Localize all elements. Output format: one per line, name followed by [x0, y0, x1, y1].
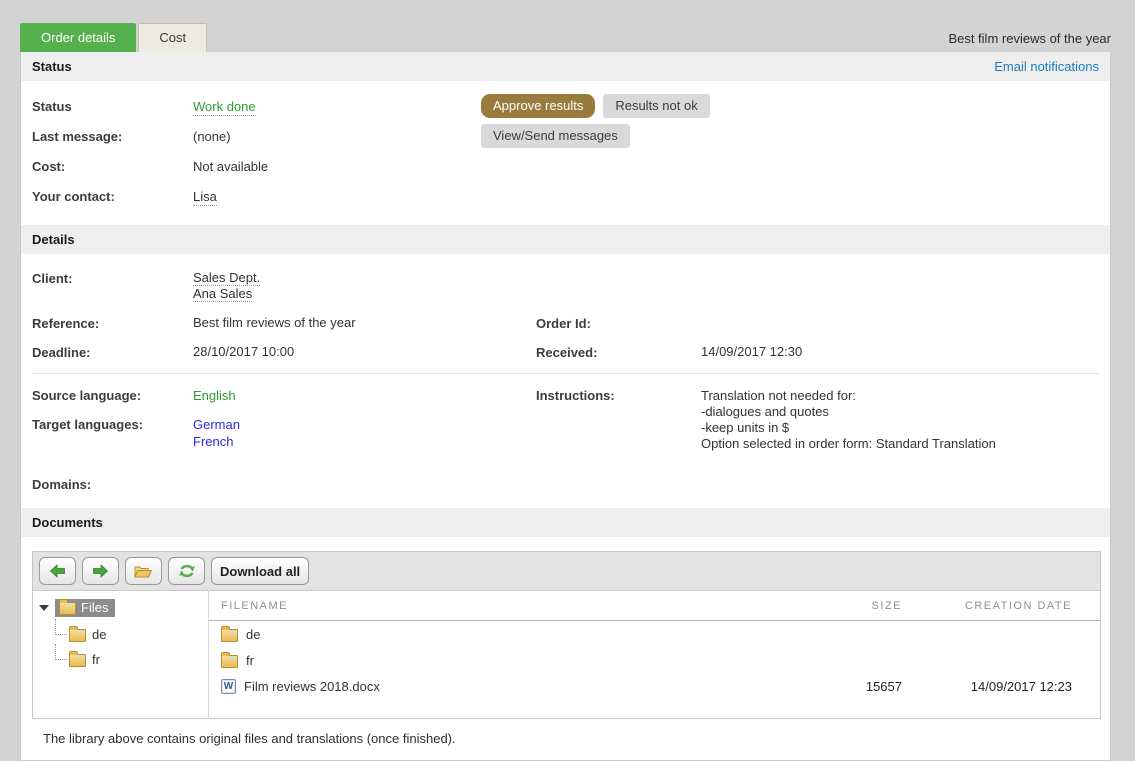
reference-row: Reference: Best film reviews of the year… [32, 315, 1099, 331]
documents-section-title: Documents [32, 515, 103, 530]
tree-child-label: fr [92, 652, 100, 667]
tree-item-files[interactable]: Files [39, 599, 208, 617]
forward-arrow-icon [92, 564, 109, 578]
library-note: The library above contains original file… [32, 719, 1099, 760]
status-value[interactable]: Work done [193, 99, 256, 116]
folder-icon [221, 629, 238, 642]
instructions-line: -keep units in $ [701, 420, 1099, 436]
your-contact-row: Your contact: Lisa [32, 181, 1099, 211]
tab-bar: Order details Cost Best film reviews of … [20, 23, 1111, 52]
column-header-size[interactable]: SIZE [807, 600, 902, 612]
tree-item-de[interactable]: de [69, 627, 208, 642]
open-folder-icon [134, 564, 153, 579]
refresh-button[interactable] [168, 557, 205, 585]
deadline-row: Deadline: 28/10/2017 10:00 Received: 14/… [32, 344, 1099, 360]
file-list-header: FILENAME SIZE CREATION DATE [209, 591, 1100, 621]
folder-icon [69, 654, 86, 667]
deadline-label: Deadline: [32, 344, 193, 360]
tab-cost[interactable]: Cost [138, 23, 207, 52]
back-arrow-icon [49, 564, 66, 578]
domains-label: Domains: [32, 477, 193, 494]
cost-row: Cost: Not available [32, 151, 1099, 181]
folder-icon [221, 655, 238, 668]
tree-expand-icon[interactable] [39, 605, 49, 611]
source-language-label: Source language: [32, 388, 193, 403]
documents-section-header: Documents [21, 508, 1110, 537]
status-section-body: Status Work done Approve results Results… [21, 81, 1110, 225]
instructions-line: Option selected in order form: Standard … [701, 436, 1099, 452]
target-languages-label: Target languages: [32, 417, 193, 432]
file-size: 15657 [807, 679, 902, 694]
client-label: Client: [32, 270, 193, 286]
status-label: Status [32, 99, 193, 114]
tree-child-label: de [92, 627, 106, 642]
client-company[interactable]: Sales Dept. [193, 270, 260, 286]
details-divider [32, 373, 1099, 374]
column-header-filename[interactable]: FILENAME [221, 600, 807, 612]
status-section-title: Status [32, 59, 72, 74]
view-send-messages-button[interactable]: View/Send messages [481, 124, 630, 148]
client-row: Client: Sales Dept. Ana Sales [32, 270, 1099, 302]
status-row: Status Work done Approve results Results… [32, 91, 1099, 121]
source-language-value: English [193, 388, 536, 403]
received-label: Received: [536, 344, 701, 360]
documents-section-body: Download all Files de [21, 537, 1110, 760]
languages-instructions-grid: Source language: English Instructions: T… [32, 388, 1099, 494]
last-message-label: Last message: [32, 129, 193, 144]
cost-value: Not available [193, 159, 481, 174]
last-message-value: (none) [193, 129, 481, 144]
order-id-label: Order Id: [536, 315, 701, 331]
order-details-panel: Status Email notifications Status Work d… [20, 52, 1111, 761]
file-browser-toolbar: Download all [33, 552, 1100, 591]
email-notifications-link[interactable]: Email notifications [994, 59, 1099, 74]
tree-root-label: Files [81, 600, 108, 615]
word-doc-icon: W [221, 679, 236, 694]
details-section-body: Client: Sales Dept. Ana Sales Reference:… [21, 254, 1110, 508]
instructions-text: Translation not needed for: -dialogues a… [701, 388, 1099, 452]
target-language-french[interactable]: French [193, 434, 536, 449]
tab-order-details[interactable]: Order details [20, 23, 136, 52]
target-language-german[interactable]: German [193, 417, 536, 432]
forward-button[interactable] [82, 557, 119, 585]
results-not-ok-button[interactable]: Results not ok [603, 94, 709, 118]
reference-value: Best film reviews of the year [193, 315, 536, 330]
page: Order details Cost Best film reviews of … [0, 0, 1135, 761]
order-reference-title: Best film reviews of the year [948, 31, 1111, 52]
your-contact-value[interactable]: Lisa [193, 189, 217, 206]
received-value: 14/09/2017 12:30 [701, 344, 1099, 359]
column-header-creation-date[interactable]: CREATION DATE [902, 600, 1072, 612]
reference-label: Reference: [32, 315, 193, 331]
domains-value [193, 477, 536, 479]
file-row-de[interactable]: de [209, 621, 1100, 647]
file-date: 14/09/2017 12:23 [902, 679, 1072, 694]
details-section-header: Details [21, 225, 1110, 254]
refresh-icon [178, 563, 196, 579]
folder-icon [69, 629, 86, 642]
details-section-title: Details [32, 232, 75, 247]
instructions-line: Translation not needed for: [701, 388, 1099, 404]
client-person[interactable]: Ana Sales [193, 286, 252, 302]
instructions-line: -dialogues and quotes [701, 404, 1099, 420]
file-name: de [246, 627, 260, 642]
file-browser: Download all Files de [32, 551, 1101, 719]
file-row-fr[interactable]: fr [209, 647, 1100, 673]
file-name: fr [246, 653, 254, 668]
your-contact-label: Your contact: [32, 189, 193, 204]
instructions-label: Instructions: [536, 388, 701, 403]
deadline-value: 28/10/2017 10:00 [193, 344, 536, 359]
new-folder-button[interactable] [125, 557, 162, 585]
folder-tree: Files de fr [33, 591, 209, 718]
status-section-header: Status Email notifications [21, 52, 1110, 81]
tree-item-fr[interactable]: fr [69, 652, 208, 667]
file-row-film-reviews[interactable]: W Film reviews 2018.docx 15657 14/09/201… [209, 673, 1100, 699]
download-all-button[interactable]: Download all [211, 557, 309, 585]
last-message-row: Last message: (none) View/Send messages [32, 121, 1099, 151]
back-button[interactable] [39, 557, 76, 585]
approve-results-button[interactable]: Approve results [481, 94, 595, 118]
cost-label: Cost: [32, 159, 193, 174]
folder-icon [59, 602, 76, 615]
file-name: Film reviews 2018.docx [244, 679, 380, 694]
file-list: FILENAME SIZE CREATION DATE de [209, 591, 1100, 718]
